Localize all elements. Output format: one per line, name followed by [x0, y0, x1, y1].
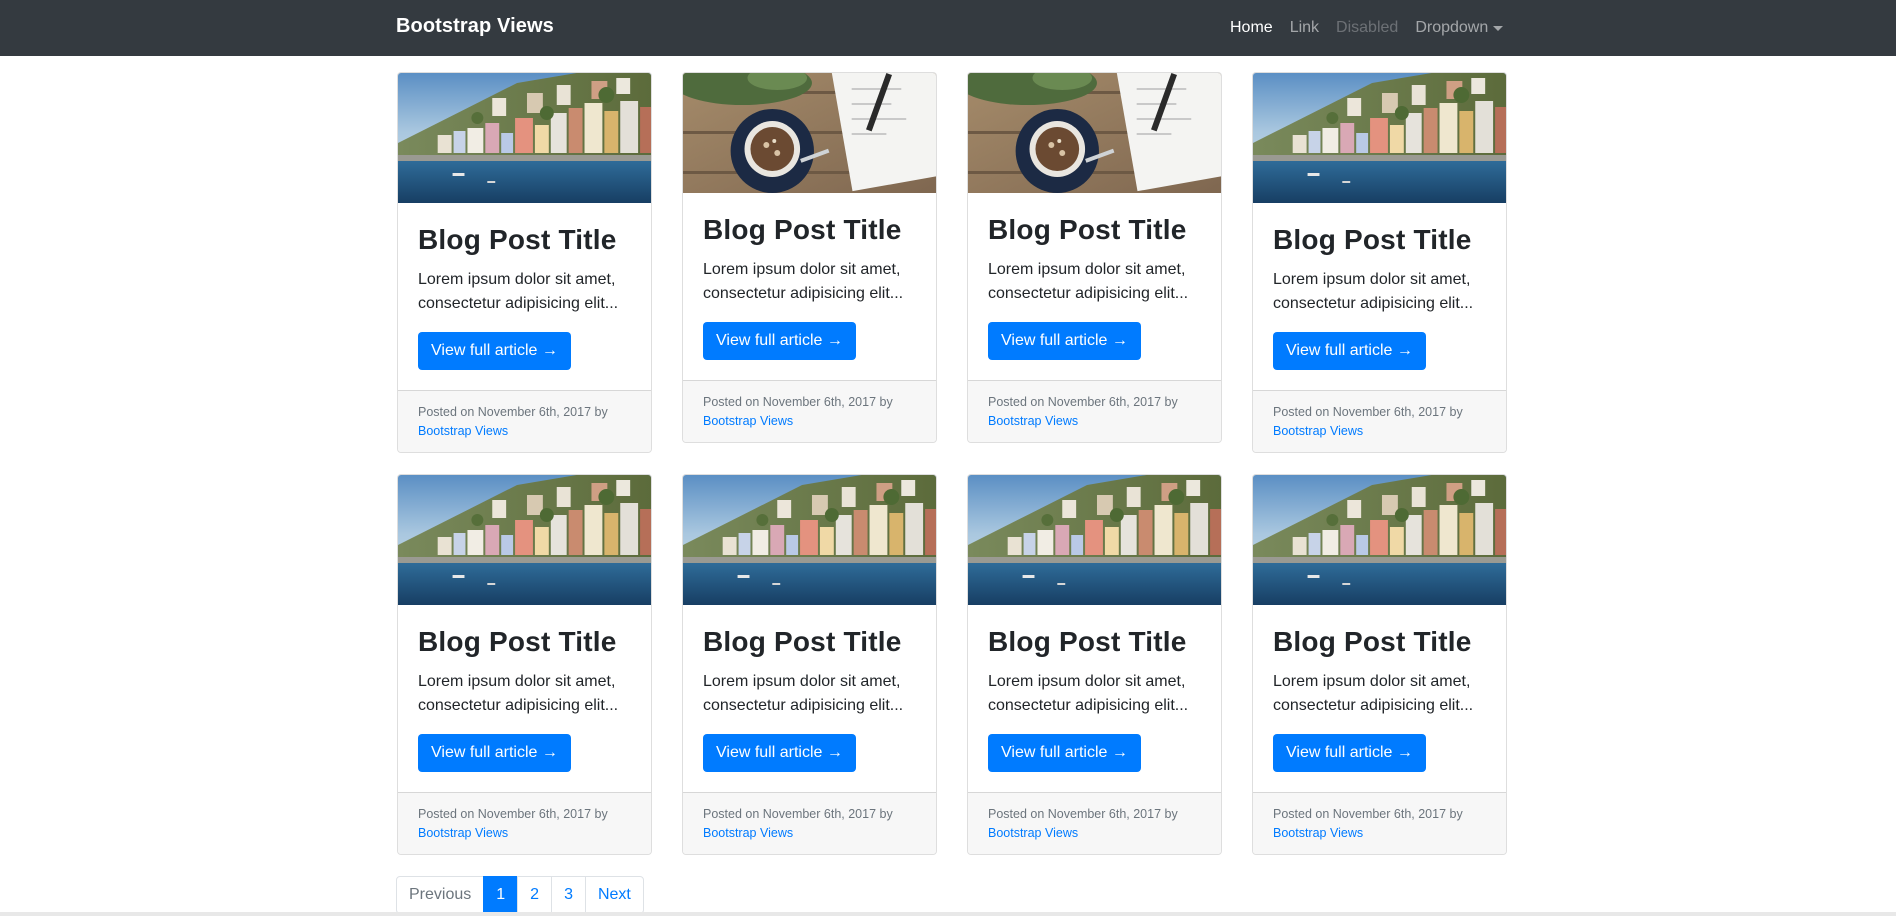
- post-excerpt: Lorem ipsum dolor sit amet, consectetur …: [418, 673, 619, 714]
- post-meta: Posted on November 6th, 2017 by: [703, 395, 893, 409]
- blog-post-card: Blog Post Title Lorem ipsum dolor sit am…: [967, 474, 1222, 855]
- blog-post-card: Blog Post Title Lorem ipsum dolor sit am…: [682, 474, 937, 855]
- post-title: Blog Post Title: [988, 214, 1187, 245]
- view-full-article-button[interactable]: View full article →: [1273, 734, 1426, 772]
- view-full-article-button[interactable]: View full article →: [988, 322, 1141, 360]
- nav-link-disabled: Disabled: [1336, 19, 1399, 36]
- post-image-harbor: [398, 475, 651, 605]
- post-title: Blog Post Title: [418, 626, 617, 657]
- post-author-link[interactable]: Bootstrap Views: [1273, 422, 1486, 441]
- post-footer: Posted on November 6th, 2017 by Bootstra…: [1253, 390, 1506, 452]
- nav-dropdown-toggle[interactable]: Dropdown: [1415, 19, 1504, 37]
- nav-link-link[interactable]: Link: [1290, 19, 1319, 37]
- view-full-article-button[interactable]: View full article →: [703, 734, 856, 772]
- post-author-link[interactable]: Bootstrap Views: [703, 824, 916, 843]
- view-full-article-button[interactable]: View full article →: [1273, 332, 1426, 370]
- view-full-article-button[interactable]: View full article →: [418, 734, 571, 772]
- pagination: Previous 1 2 3 Next: [396, 876, 644, 914]
- post-author-link[interactable]: Bootstrap Views: [418, 422, 631, 441]
- post-excerpt: Lorem ipsum dolor sit amet, consectetur …: [418, 271, 619, 312]
- pagination-page-2[interactable]: 2: [517, 876, 553, 914]
- pagination-next[interactable]: Next: [584, 876, 644, 914]
- navbar-brand[interactable]: Bootstrap Views: [396, 15, 554, 38]
- top-navbar: Bootstrap Views Home Link Disabled Dropd…: [0, 0, 1896, 56]
- blog-post-card: Blog Post Title Lorem ipsum dolor sit am…: [397, 474, 652, 855]
- nav-link-home[interactable]: Home: [1230, 19, 1273, 37]
- post-meta: Posted on November 6th, 2017 by: [988, 807, 1178, 821]
- post-image-harbor: [398, 73, 651, 203]
- post-meta: Posted on November 6th, 2017 by: [1273, 405, 1463, 419]
- blog-post-card: Blog Post Title Lorem ipsum dolor sit am…: [397, 72, 652, 453]
- post-meta: Posted on November 6th, 2017 by: [988, 395, 1178, 409]
- post-footer: Posted on November 6th, 2017 by Bootstra…: [398, 390, 651, 452]
- post-title: Blog Post Title: [988, 626, 1187, 657]
- post-title: Blog Post Title: [1273, 626, 1472, 657]
- post-image-harbor: [1253, 73, 1506, 203]
- horizontal-scrollbar[interactable]: [0, 912, 1896, 916]
- post-author-link[interactable]: Bootstrap Views: [988, 824, 1201, 843]
- post-excerpt: Lorem ipsum dolor sit amet, consectetur …: [1273, 673, 1474, 714]
- post-footer: Posted on November 6th, 2017 by Bootstra…: [968, 380, 1221, 442]
- post-title: Blog Post Title: [703, 214, 902, 245]
- view-full-article-button[interactable]: View full article →: [703, 322, 856, 360]
- post-image-harbor: [968, 475, 1221, 605]
- post-title: Blog Post Title: [703, 626, 902, 657]
- navbar-nav: Home Link Disabled Dropdown: [1230, 19, 1504, 37]
- post-image-harbor: [683, 475, 936, 605]
- post-meta: Posted on November 6th, 2017 by: [1273, 807, 1463, 821]
- post-footer: Posted on November 6th, 2017 by Bootstra…: [683, 380, 936, 442]
- post-image-harbor: [1253, 475, 1506, 605]
- view-full-article-button[interactable]: View full article →: [418, 332, 571, 370]
- post-author-link[interactable]: Bootstrap Views: [703, 412, 916, 431]
- post-excerpt: Lorem ipsum dolor sit amet, consectetur …: [988, 673, 1189, 714]
- post-excerpt: Lorem ipsum dolor sit amet, consectetur …: [988, 261, 1189, 302]
- blog-post-card: Blog Post Title Lorem ipsum dolor sit am…: [967, 72, 1222, 443]
- post-footer: Posted on November 6th, 2017 by Bootstra…: [968, 792, 1221, 854]
- post-excerpt: Lorem ipsum dolor sit amet, consectetur …: [703, 261, 904, 302]
- post-meta: Posted on November 6th, 2017 by: [418, 807, 608, 821]
- pagination-previous: Previous: [396, 876, 485, 914]
- post-footer: Posted on November 6th, 2017 by Bootstra…: [398, 792, 651, 854]
- blog-post-card: Blog Post Title Lorem ipsum dolor sit am…: [1252, 72, 1507, 453]
- post-footer: Posted on November 6th, 2017 by Bootstra…: [683, 792, 936, 854]
- post-image-coffee: [968, 73, 1221, 193]
- view-full-article-button[interactable]: View full article →: [988, 734, 1141, 772]
- pagination-page-3[interactable]: 3: [551, 876, 586, 914]
- post-image-coffee: [683, 73, 936, 193]
- post-excerpt: Lorem ipsum dolor sit amet, consectetur …: [1273, 271, 1474, 312]
- post-meta: Posted on November 6th, 2017 by: [703, 807, 893, 821]
- post-author-link[interactable]: Bootstrap Views: [418, 824, 631, 843]
- post-author-link[interactable]: Bootstrap Views: [1273, 824, 1486, 843]
- blog-post-card: Blog Post Title Lorem ipsum dolor sit am…: [682, 72, 937, 443]
- post-title: Blog Post Title: [418, 224, 617, 255]
- post-author-link[interactable]: Bootstrap Views: [988, 412, 1201, 431]
- pagination-page-1[interactable]: 1: [483, 876, 519, 914]
- post-excerpt: Lorem ipsum dolor sit amet, consectetur …: [703, 673, 904, 714]
- post-meta: Posted on November 6th, 2017 by: [418, 405, 608, 419]
- caret-down-icon: [1493, 25, 1504, 31]
- nav-dropdown-label: Dropdown: [1415, 19, 1489, 36]
- post-title: Blog Post Title: [1273, 224, 1472, 255]
- blog-post-card: Blog Post Title Lorem ipsum dolor sit am…: [1252, 474, 1507, 855]
- post-footer: Posted on November 6th, 2017 by Bootstra…: [1253, 792, 1506, 854]
